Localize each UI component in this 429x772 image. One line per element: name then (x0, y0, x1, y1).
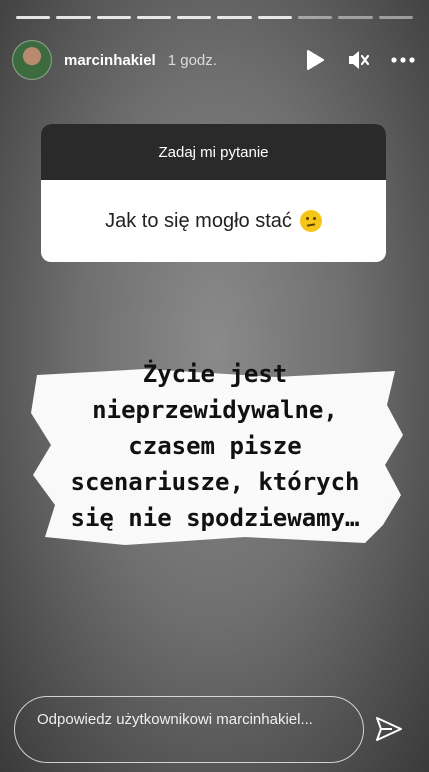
progress-segment (298, 16, 333, 19)
header-controls (303, 48, 415, 72)
quote-line: czasem pisze (128, 432, 302, 460)
progress-segment (257, 16, 293, 19)
progress-segment (177, 16, 212, 19)
mute-icon[interactable] (347, 48, 371, 72)
reply-input[interactable]: Odpowiedz użytkownikowi marcinhakiel... (14, 696, 364, 763)
quote-line: nieprzewidywalne, (92, 396, 338, 424)
question-sticker-answer-row: Jak to się mogło stać (41, 180, 386, 262)
story-header: marcinhakiel 1 godz. (12, 38, 415, 82)
progress-segment (96, 16, 131, 19)
quote-line: scenariusze, których (70, 468, 360, 496)
progress-segment (338, 16, 373, 19)
quote-text: Życie jest nieprzewidywalne, czasem pisz… (20, 356, 410, 536)
question-sticker-answer: Jak to się mogło stać (105, 209, 292, 232)
send-icon[interactable] (374, 714, 404, 744)
question-sticker-title: Zadaj mi pytanie (41, 124, 386, 180)
question-sticker[interactable]: Zadaj mi pytanie Jak to się mogło stać (41, 124, 386, 262)
avatar[interactable] (12, 40, 52, 80)
play-icon[interactable] (303, 48, 327, 72)
progress-segment (16, 16, 51, 19)
progress-segment (136, 16, 172, 19)
post-time: 1 godz. (167, 51, 217, 69)
progress-segment (378, 16, 413, 19)
more-icon[interactable] (391, 48, 415, 72)
quote-line: się nie spodziewamy… (70, 504, 360, 532)
progress-segment (217, 16, 252, 19)
story-progress-bar (16, 16, 413, 19)
thinking-face-icon (299, 210, 322, 232)
quote-line: Życie jest (142, 360, 288, 388)
progress-segment (56, 16, 91, 19)
username[interactable]: marcinhakiel (64, 52, 156, 69)
